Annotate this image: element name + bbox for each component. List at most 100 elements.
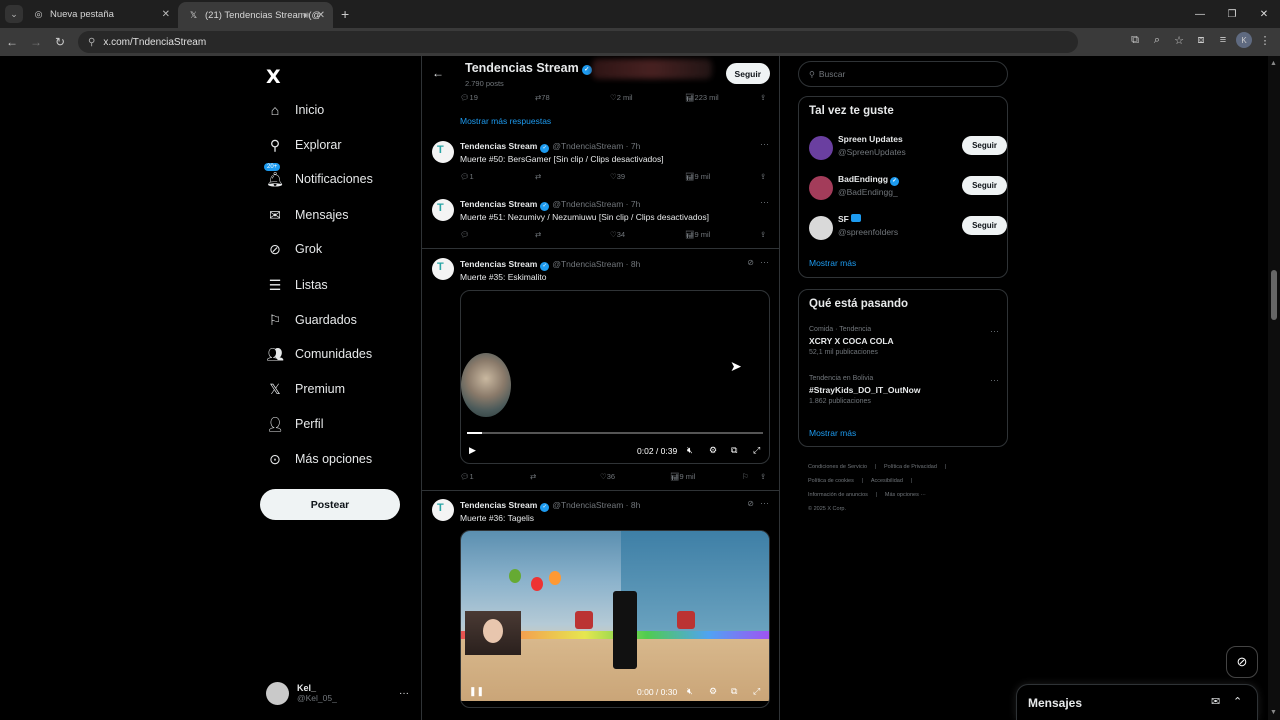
suggestion-item[interactable]: SF @spreenfolders Seguir bbox=[809, 214, 1007, 242]
new-message-icon[interactable]: ✉ bbox=[1211, 695, 1220, 708]
nav-listas[interactable]: ☰ Listas bbox=[266, 270, 328, 300]
nav-notificaciones[interactable]: 🔔︎ 20+ Notificaciones bbox=[264, 163, 373, 194]
nav-mas-opciones[interactable]: ⊙ Más opciones bbox=[266, 444, 372, 474]
views-button[interactable]: 📊︎ 9 mil bbox=[685, 172, 710, 181]
footer-link[interactable]: Condiciones de Servicio bbox=[808, 464, 867, 470]
new-tab-icon[interactable]: + bbox=[341, 6, 349, 22]
like-button[interactable]: ♡ 36 bbox=[600, 472, 615, 481]
fullscreen-icon[interactable]: ⤢ bbox=[753, 686, 760, 697]
footer-link[interactable]: Accesibilidad bbox=[871, 478, 903, 484]
nav-guardados[interactable]: ⚐ Guardados bbox=[266, 305, 357, 335]
tweet[interactable]: Tendencias Stream✓@TndenciaStream · 7h ·… bbox=[422, 136, 779, 194]
tab-search-icon[interactable]: ⌄ bbox=[5, 5, 23, 23]
reload-icon[interactable]: ↻ bbox=[48, 35, 72, 49]
more-icon[interactable]: ··· bbox=[760, 257, 769, 267]
mute-icon[interactable]: 🔇︎ bbox=[687, 445, 693, 456]
tab-new-tab[interactable]: ◎ Nueva pestaña ✕ bbox=[23, 0, 178, 28]
nav-grok[interactable]: ⊘ Grok bbox=[266, 234, 322, 264]
show-more-link[interactable]: Mostrar más bbox=[809, 428, 856, 438]
settings-icon[interactable]: ⚙ bbox=[709, 445, 717, 456]
views-button[interactable]: 📊︎ 9 mil bbox=[685, 230, 710, 239]
messages-drawer[interactable]: Mensajes ✉ ⌃ bbox=[1016, 684, 1258, 720]
close-window-icon[interactable]: ✕ bbox=[1248, 9, 1280, 20]
url-input[interactable]: ⚲ x.com/TndenciaStream bbox=[78, 31, 1078, 53]
video-player[interactable]: ▶ 0:02 / 0:39 🔇︎ ⚙ ⧉ ⤢ bbox=[460, 290, 770, 464]
zoom-icon[interactable]: ⌕ bbox=[1148, 34, 1166, 47]
reply-button[interactable]: 💬︎ 1 bbox=[460, 472, 474, 481]
repost-button[interactable]: ⇄ bbox=[535, 172, 541, 181]
share-icon[interactable]: ⇪ bbox=[760, 172, 766, 181]
minimize-icon[interactable]: — bbox=[1184, 9, 1216, 20]
fullscreen-icon[interactable]: ⤢ bbox=[753, 445, 760, 456]
video-progress-bar[interactable] bbox=[467, 432, 763, 434]
suggestion-item[interactable]: Spreen Updates @SpreenUpdates Seguir bbox=[809, 134, 1007, 162]
like-button[interactable]: ♡ 2 mil bbox=[610, 93, 633, 102]
expand-icon[interactable]: ⌃ bbox=[1233, 695, 1242, 708]
like-button[interactable]: ♡ 34 bbox=[610, 230, 625, 239]
more-icon[interactable]: ··· bbox=[760, 498, 769, 508]
mute-icon[interactable]: 🔇︎ bbox=[687, 686, 693, 697]
share-icon[interactable]: ⇪ bbox=[760, 230, 766, 239]
star-icon[interactable]: ☆ bbox=[1170, 34, 1188, 47]
install-app-icon[interactable]: ⧉ bbox=[1126, 34, 1144, 47]
more-icon[interactable]: ··· bbox=[990, 326, 999, 336]
views-button[interactable]: 📊︎ 223 mil bbox=[685, 93, 719, 102]
pip-icon[interactable]: ⧉ bbox=[731, 445, 737, 456]
trend-item[interactable]: Comida · Tendencia XCRY X COCA COLA 52,1… bbox=[809, 326, 999, 356]
scrollbar-thumb[interactable] bbox=[1271, 270, 1277, 320]
nav-explorar[interactable]: ⚲ Explorar bbox=[266, 130, 342, 160]
grok-fab-icon[interactable]: ⊘ bbox=[1226, 646, 1258, 678]
suggestion-item[interactable]: BadEndingg ✓ @BadEndingg_ Seguir bbox=[809, 174, 1007, 202]
nav-mensajes[interactable]: ✉ Mensajes bbox=[266, 200, 348, 230]
search-input[interactable]: ⚲ Buscar bbox=[798, 61, 1008, 87]
play-icon[interactable]: ▶ bbox=[469, 445, 476, 456]
footer-link[interactable]: Más opciones ··· bbox=[885, 492, 926, 498]
back-arrow-icon[interactable]: ← bbox=[432, 66, 444, 80]
trend-item[interactable]: Tendencia en Bolivia #StrayKids_DO_IT_Ou… bbox=[809, 375, 999, 405]
follow-button[interactable]: Seguir bbox=[962, 216, 1007, 235]
scrollbar[interactable]: ▲ ▼ bbox=[1268, 56, 1280, 720]
views-button[interactable]: 📊︎ 9 mil bbox=[670, 472, 695, 481]
show-more-replies-link[interactable]: Mostrar más respuestas bbox=[460, 116, 551, 126]
footer-link[interactable]: Política de Privacidad bbox=[884, 464, 937, 470]
show-more-link[interactable]: Mostrar más bbox=[809, 258, 856, 268]
site-info-icon[interactable]: ⚲ bbox=[88, 37, 95, 48]
bookmark-icon[interactable]: ⚐ bbox=[742, 472, 749, 481]
follow-button[interactable]: Seguir bbox=[725, 63, 770, 84]
close-icon[interactable]: ✕ bbox=[162, 9, 170, 20]
scroll-up-icon[interactable]: ▲ bbox=[1270, 60, 1277, 67]
more-icon[interactable]: ··· bbox=[760, 197, 769, 207]
account-switcher[interactable]: Kel_ @Kel_05_ ··· bbox=[266, 678, 411, 708]
back-icon[interactable]: ← bbox=[0, 35, 24, 49]
follow-button[interactable]: Seguir bbox=[962, 136, 1007, 155]
menu-icon[interactable]: ⋮ bbox=[1256, 34, 1274, 47]
nav-inicio[interactable]: ⌂ Inicio bbox=[266, 95, 324, 125]
tweet[interactable]: Tendencias Stream✓@TndenciaStream · 7h ·… bbox=[422, 194, 779, 248]
forward-icon[interactable]: → bbox=[24, 35, 48, 49]
more-icon[interactable]: ··· bbox=[760, 139, 769, 149]
nav-premium[interactable]: 𝕏 Premium bbox=[266, 374, 345, 404]
extensions-icon[interactable]: ⧈ bbox=[1192, 34, 1210, 47]
pause-icon[interactable]: ❚❚ bbox=[469, 686, 484, 697]
footer-link[interactable]: Política de cookies bbox=[808, 478, 854, 484]
share-icon[interactable]: ⇪ bbox=[760, 93, 766, 102]
post-button[interactable]: Postear bbox=[260, 489, 400, 520]
reply-button[interactable]: 💬︎ bbox=[460, 230, 470, 239]
more-icon[interactable]: ··· bbox=[399, 688, 409, 699]
share-icon[interactable]: ⇪ bbox=[760, 472, 766, 481]
nav-perfil[interactable]: 👤︎ Perfil bbox=[266, 409, 323, 439]
reply-button[interactable]: 💬︎ 1 bbox=[460, 172, 474, 181]
repost-button[interactable]: ⇄ 78 bbox=[535, 93, 550, 102]
footer-link[interactable]: Información de anuncios bbox=[808, 492, 868, 498]
pip-icon[interactable]: ⧉ bbox=[731, 686, 737, 697]
more-icon[interactable]: ··· bbox=[990, 375, 999, 385]
repost-button[interactable]: ⇄ bbox=[530, 472, 536, 481]
scroll-down-icon[interactable]: ▼ bbox=[1270, 709, 1277, 716]
like-button[interactable]: ♡ 39 bbox=[610, 172, 625, 181]
follow-button[interactable]: Seguir bbox=[962, 176, 1007, 195]
media-icon[interactable]: ≡ bbox=[1214, 34, 1232, 46]
settings-icon[interactable]: ⚙ bbox=[709, 686, 717, 697]
video-player[interactable]: ❚❚ 0:00 / 0:30 🔇︎ ⚙ ⧉ ⤢ bbox=[460, 530, 770, 708]
restore-icon[interactable]: ❐ bbox=[1216, 9, 1248, 20]
close-icon[interactable]: ✕ bbox=[317, 10, 325, 21]
